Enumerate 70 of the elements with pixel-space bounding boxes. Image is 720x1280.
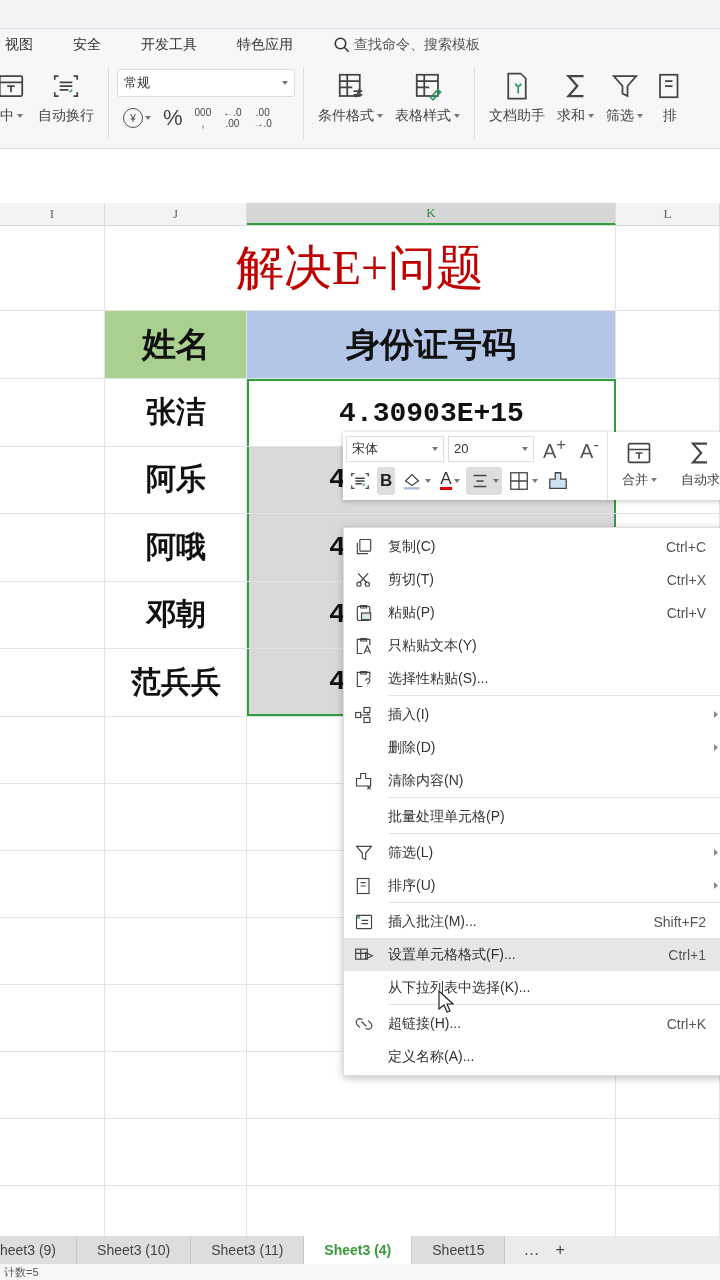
ribbon-button[interactable]: 筛选	[600, 67, 649, 129]
menu-tab[interactable]: 特色应用	[237, 36, 293, 54]
menu-item[interactable]: 清除内容(N)	[344, 764, 720, 797]
eraser-icon	[354, 770, 374, 791]
number-format-button[interactable]: %	[163, 105, 183, 131]
sheet-tab[interactable]: heet3 (9)	[0, 1236, 78, 1264]
menu-item[interactable]: 设置单元格格式(F)... Ctrl+1	[344, 938, 720, 971]
caret-icon	[522, 446, 528, 451]
caret-icon	[492, 478, 499, 483]
sheet-tab[interactable]: Sheet3 (10)	[77, 1236, 192, 1264]
clipboard-text-icon	[354, 635, 374, 656]
menu-tab[interactable]: 安全	[73, 36, 101, 54]
caret-icon	[453, 478, 460, 483]
menu-tab[interactable]: 视图	[5, 36, 33, 54]
number-format-button[interactable]: ←.0 .00	[223, 107, 242, 129]
column-header[interactable]: L	[616, 203, 720, 225]
sheet-tab[interactable]: Sheet15	[412, 1236, 506, 1264]
copy-icon	[354, 536, 374, 557]
caret-icon	[425, 478, 432, 483]
number-format-button[interactable]: 000 ,	[194, 107, 212, 129]
submenu-arrow-icon	[714, 849, 718, 856]
format-button[interactable]: A	[437, 466, 463, 495]
font-dropdown[interactable]: 宋体	[346, 435, 444, 462]
ribbon-button[interactable]: 条件格式	[312, 67, 389, 129]
caret-icon	[588, 114, 594, 118]
toolbar-button[interactable]: 合并	[615, 438, 663, 494]
caret-icon	[145, 116, 151, 120]
ribbon-button[interactable]: 中	[0, 67, 32, 129]
header-cell: 身份证号码	[247, 311, 616, 378]
format-painter-icon	[546, 469, 569, 492]
number-format-dropdown[interactable]: 常规	[117, 69, 295, 97]
toolbar-button[interactable]: 自动求	[674, 438, 720, 494]
caret-icon	[650, 478, 657, 482]
sheet-title: 解决E+问题	[105, 226, 616, 310]
ribbon-button[interactable]: 排	[649, 67, 691, 129]
sheet-tab[interactable]: Sheet3 (4)	[304, 1236, 413, 1264]
menu-item[interactable]: 排序(U)	[344, 869, 720, 902]
menu-tab[interactable]: 开发工具	[141, 36, 197, 54]
table-cell: 张洁	[105, 379, 247, 446]
font-size-dropdown[interactable]: 20	[448, 435, 534, 462]
caret-icon	[531, 478, 538, 483]
submenu-arrow-icon	[714, 882, 718, 889]
menu-item[interactable]: 定义名称(A)...	[344, 1040, 720, 1073]
more-sheets-button[interactable]: …	[515, 1236, 548, 1264]
ribbon-button[interactable]: 表格样式	[389, 67, 466, 129]
menu-item[interactable]: 删除(D)	[344, 731, 720, 764]
caret-icon	[432, 446, 438, 451]
menu-item[interactable]: 从下拉列表中选择(K)...	[344, 971, 720, 1004]
format-button[interactable]: B	[377, 466, 396, 495]
search-icon	[333, 36, 351, 54]
caret-icon	[377, 114, 383, 118]
caret-icon	[454, 114, 460, 118]
number-format-button[interactable]: .00 →.0	[253, 107, 272, 129]
format-button[interactable]	[465, 466, 502, 495]
ribbon-button[interactable]: 自动换行	[32, 67, 100, 129]
ribbon-button[interactable]: 文档助手	[483, 67, 551, 129]
border-icon	[507, 469, 530, 492]
search-field[interactable]: 查找命令、搜索模板	[333, 36, 480, 54]
status-text: 计数=5	[0, 1264, 720, 1280]
caret-icon	[637, 114, 643, 118]
clipboard-icon	[354, 602, 374, 623]
header-cell: 姓名	[105, 311, 247, 378]
submenu-arrow-icon	[714, 744, 718, 751]
submenu-arrow-icon	[714, 711, 718, 718]
add-sheet-button[interactable]: +	[547, 1236, 573, 1264]
caret-icon	[16, 114, 23, 118]
caret-icon	[282, 81, 288, 85]
column-header[interactable]: I	[0, 203, 105, 225]
ribbon-button[interactable]: 求和	[551, 67, 600, 129]
sheet-tab[interactable]: Sheet3 (11)	[191, 1236, 305, 1264]
